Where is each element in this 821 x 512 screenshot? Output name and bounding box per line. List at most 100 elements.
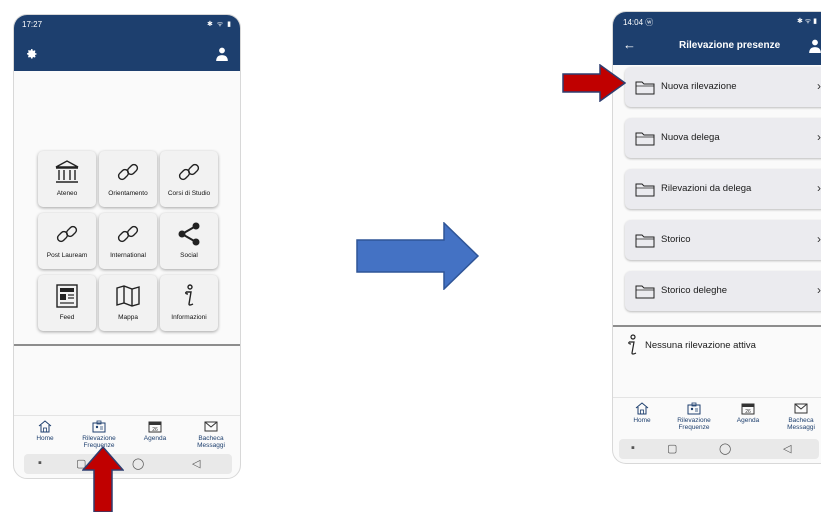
nav-label: Agenda	[143, 435, 167, 442]
mail-icon	[204, 421, 218, 432]
folder-icon	[635, 285, 655, 299]
tile-post-lauream[interactable]: Post Lauream	[38, 213, 96, 269]
link-icon	[117, 225, 139, 243]
bottom-nav: Home Rilevazione Frequenze 26 Agenda Bac…	[613, 397, 821, 439]
menu-item-nuova-rilevazione[interactable]: Nuova rilevazione ›	[625, 67, 821, 107]
status-time: 17:27	[22, 20, 43, 29]
tile-label: International	[110, 252, 146, 259]
tile-feed[interactable]: Feed	[38, 275, 96, 331]
nav-bacheca-messaggi[interactable]: Bacheca Messaggi	[776, 402, 821, 431]
nav-label: Agenda	[736, 417, 760, 424]
share-icon	[178, 222, 200, 246]
id-card-icon	[92, 420, 106, 433]
left-phone-screen: 17:27 ✱ ᯤ ▮ Ateneo Orientamento Corsi di…	[13, 14, 241, 479]
folder-icon	[635, 132, 655, 146]
tile-orientamento[interactable]: Orientamento	[99, 151, 157, 207]
home-button[interactable]: ◯	[719, 442, 731, 455]
divider	[613, 325, 821, 327]
folder-icon	[635, 234, 655, 248]
chevron-right-icon: ›	[817, 232, 821, 246]
recent-apps-button[interactable]: ▪	[38, 457, 42, 469]
home-button[interactable]: ◯	[132, 457, 144, 470]
chevron-right-icon: ›	[817, 79, 821, 93]
menu-item-label: Nuova delega	[661, 132, 720, 143]
calendar-icon: 26	[741, 403, 755, 415]
tile-label: Ateneo	[56, 190, 78, 197]
right-phone-screen: 14:04 ⓦ ✱ ᯤ ▮ ← Rilevazione presenze Nuo…	[612, 11, 821, 464]
nav-agenda[interactable]: 26 Agenda	[130, 420, 180, 442]
nav-label: Bacheca Messaggi	[197, 435, 225, 450]
tile-label: Post Lauream	[46, 252, 88, 259]
chevron-right-icon: ›	[817, 283, 821, 297]
back-button[interactable]: ◁	[192, 457, 200, 470]
menu-item-nuova-delega[interactable]: Nuova delega ›	[625, 118, 821, 158]
tile-informazioni[interactable]: Informazioni	[160, 275, 218, 331]
tile-label: Mappa	[118, 314, 138, 321]
app-header: 14:04 ⓦ ✱ ᯤ ▮ ← Rilevazione presenze	[613, 12, 821, 65]
svg-text:26: 26	[745, 409, 751, 415]
calendar-icon: 26	[148, 421, 162, 433]
nav-label: Home	[36, 435, 54, 442]
app-header: 17:27 ✱ ᯤ ▮	[14, 15, 240, 71]
menu-item-rilevazioni-da-delega[interactable]: Rilevazioni da delega ›	[625, 169, 821, 209]
user-icon[interactable]	[216, 47, 228, 61]
tile-mappa[interactable]: Mappa	[99, 275, 157, 331]
menu-item-label: Storico deleghe	[661, 285, 728, 296]
user-icon[interactable]	[809, 39, 821, 53]
nav-label: Bacheca Messaggi	[787, 417, 815, 432]
nav-label: Home	[633, 417, 651, 424]
home-icon	[635, 402, 649, 415]
tile-social[interactable]: Social	[160, 213, 218, 269]
nav-rilevazione-frequenze[interactable]: Rilevazione Frequenze	[74, 420, 124, 449]
tile-corsi-di-studio[interactable]: Corsi di Studio	[160, 151, 218, 207]
page-title: Rilevazione presenze	[679, 40, 781, 51]
gear-icon[interactable]	[26, 48, 38, 60]
status-message: Nessuna rilevazione attiva	[645, 340, 756, 351]
back-arrow-icon[interactable]: ←	[623, 37, 636, 52]
info-icon	[185, 284, 194, 306]
map-icon	[116, 285, 140, 307]
nav-agenda[interactable]: 26 Agenda	[723, 402, 773, 424]
flow-arrow	[356, 222, 480, 290]
link-icon	[56, 225, 78, 243]
menu-item-label: Nuova rilevazione	[661, 81, 737, 92]
tile-label: Feed	[59, 314, 75, 321]
tile-label: Orientamento	[108, 190, 148, 197]
link-icon	[178, 163, 200, 181]
red-pointer-arrow-right	[562, 64, 626, 102]
status-icons: ✱ ᯤ ▮	[207, 21, 232, 28]
news-icon	[56, 284, 78, 308]
nav-rilevazione-frequenze[interactable]: Rilevazione Frequenze	[669, 402, 719, 431]
bottom-nav: Home Rilevazione Frequenze 26 Agenda Bac…	[14, 415, 240, 457]
info-icon	[628, 334, 637, 355]
tile-label: Social	[180, 252, 198, 259]
menu-item-storico[interactable]: Storico ›	[625, 220, 821, 260]
tile-ateneo[interactable]: Ateneo	[38, 151, 96, 207]
menu-item-label: Rilevazioni da delega	[661, 183, 752, 194]
tile-international[interactable]: International	[99, 213, 157, 269]
system-nav-bar: ▪ ▢ ◯ ◁	[619, 439, 819, 459]
chevron-right-icon: ›	[817, 130, 821, 144]
tile-label: Corsi di Studio	[167, 190, 211, 197]
folder-icon	[635, 81, 655, 95]
nav-bacheca-messaggi[interactable]: Bacheca Messaggi	[186, 420, 236, 449]
folder-icon	[635, 183, 655, 197]
building-icon	[55, 160, 79, 183]
menu-item-storico-deleghe[interactable]: Storico deleghe ›	[625, 271, 821, 311]
status-icons: ✱ ᯤ ▮	[797, 18, 817, 25]
mail-icon	[794, 403, 808, 414]
id-card-icon	[687, 402, 701, 415]
red-pointer-arrow-up	[82, 446, 124, 512]
back-button[interactable]: ◁	[783, 442, 791, 455]
svg-text:26: 26	[152, 427, 158, 433]
nav-home[interactable]: Home	[617, 402, 667, 424]
nav-home[interactable]: Home	[20, 420, 70, 442]
system-nav-bar: ▪ ▢ ◯ ◁	[24, 454, 232, 474]
status-time: 14:04 ⓦ	[623, 18, 654, 27]
recent-apps-button[interactable]: ▪	[631, 442, 635, 454]
divider	[14, 344, 240, 346]
overview-button[interactable]: ▢	[667, 442, 677, 455]
nav-label: Rilevazione Frequenze	[677, 417, 711, 432]
link-icon	[117, 163, 139, 181]
menu-item-label: Storico	[661, 234, 691, 245]
